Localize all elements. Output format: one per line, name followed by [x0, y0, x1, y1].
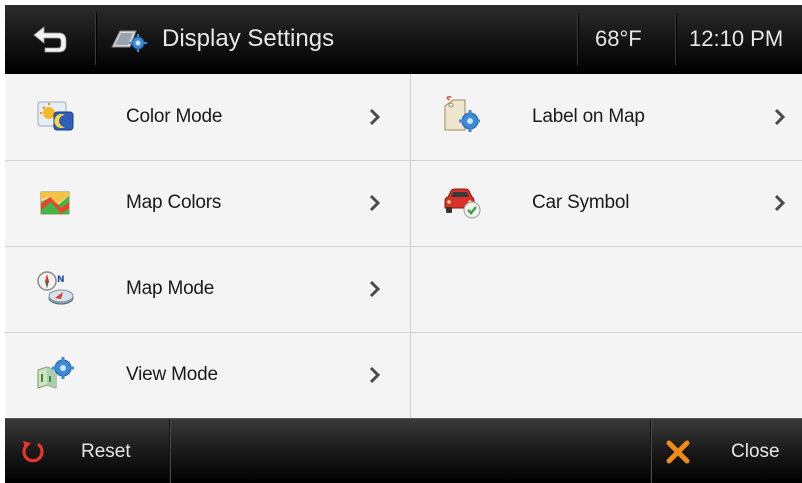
menu-item-label: Map Mode — [126, 278, 215, 299]
menu-item-label: Map Colors — [126, 192, 222, 213]
chevron-right-icon — [369, 280, 381, 298]
menu-item-label-on-map[interactable]: Label on Map — [411, 74, 802, 160]
settings-menu: Color Mode Map Colors N Map Mode View Mo… — [5, 74, 802, 418]
svg-text:N: N — [57, 275, 65, 285]
page-title-group: Display Settings — [110, 5, 334, 73]
reset-icon — [22, 440, 44, 462]
menu-item-label: Car Symbol — [532, 192, 630, 213]
bottom-toolbar: Reset Close — [5, 418, 802, 483]
menu-item-view-mode[interactable]: View Mode — [5, 332, 410, 418]
chevron-right-icon — [774, 194, 786, 212]
title-bar: Display Settings 68°F 12:10 PM — [5, 5, 802, 74]
clock-readout: 12:10 PM — [689, 26, 784, 51]
chevron-right-icon — [369, 366, 381, 384]
close-label: Close — [731, 440, 780, 462]
chevron-right-icon — [369, 108, 381, 126]
map-colors-icon — [40, 191, 70, 215]
close-icon — [666, 440, 690, 463]
menu-item-color-mode[interactable]: Color Mode — [5, 74, 410, 160]
back-button[interactable] — [5, 5, 95, 73]
header-separator — [577, 13, 578, 65]
temperature-readout: 68°F — [595, 26, 642, 51]
chevron-right-icon — [774, 108, 786, 126]
header-separator — [95, 13, 96, 65]
car-symbol-icon — [444, 188, 481, 219]
compass-icon: N — [37, 271, 74, 305]
close-button[interactable]: Close — [651, 419, 802, 483]
toolbar-separator — [169, 419, 170, 483]
view-mode-icon — [37, 357, 74, 389]
menu-item-label: View Mode — [126, 364, 218, 385]
back-arrow-icon — [33, 26, 67, 53]
label-tag-icon — [444, 96, 480, 132]
menu-item-label: Color Mode — [126, 106, 223, 127]
reset-button[interactable]: Reset — [5, 419, 169, 483]
reset-label: Reset — [81, 440, 131, 462]
row-divider — [411, 332, 802, 333]
menu-item-label: Label on Map — [532, 106, 645, 127]
menu-item-map-mode[interactable]: N Map Mode — [5, 246, 410, 332]
menu-item-map-colors[interactable]: Map Colors — [5, 160, 410, 246]
day-night-icon — [37, 101, 74, 131]
display-settings-screen: Display Settings 68°F 12:10 PM Color Mod… — [5, 5, 802, 483]
page-title: Display Settings — [162, 25, 335, 52]
chevron-right-icon — [369, 194, 381, 212]
header-separator — [675, 13, 676, 65]
display-settings-icon — [111, 30, 147, 52]
menu-item-car-symbol[interactable]: Car Symbol — [411, 160, 802, 246]
